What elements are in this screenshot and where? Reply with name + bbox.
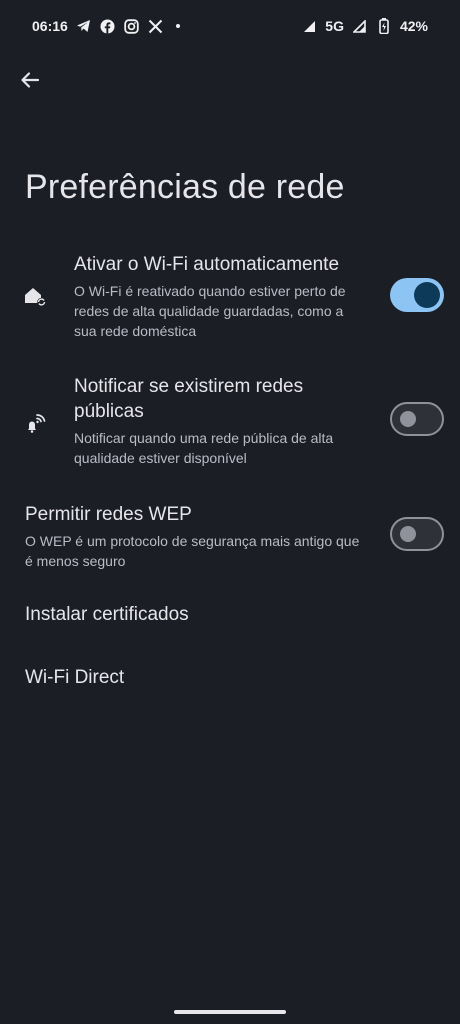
home-wifi-icon xyxy=(22,283,48,309)
battery-percent: 42% xyxy=(399,18,428,34)
setting-public-networks[interactable]: Notificar se existirem redes públicas No… xyxy=(0,374,460,470)
status-right: 5G 42% xyxy=(301,18,428,34)
back-button[interactable] xyxy=(12,62,48,98)
setting-public-networks-title: Notificar se existirem redes públicas xyxy=(74,376,304,422)
network-type: 5G xyxy=(325,18,344,34)
setting-auto-wifi[interactable]: Ativar o Wi-Fi automaticamente O Wi-Fi é… xyxy=(0,252,460,344)
home-indicator[interactable] xyxy=(174,1010,286,1014)
signal-icon xyxy=(301,18,317,34)
setting-auto-wifi-text: Ativar o Wi-Fi automaticamente O Wi-Fi é… xyxy=(74,252,360,341)
setting-public-networks-text: Notificar se existirem redes públicas No… xyxy=(74,374,360,468)
setting-wep-subtitle: O WEP é um protocolo de segurança mais a… xyxy=(25,533,360,569)
page-title: Preferências de rede xyxy=(25,168,345,206)
setting-auto-wifi-subtitle: O Wi-Fi é reativado quando estiver perto… xyxy=(74,283,346,339)
battery-icon xyxy=(376,18,392,34)
signal-icon-2 xyxy=(352,18,368,34)
instagram-icon xyxy=(124,18,140,34)
setting-wep-title: Permitir redes WEP xyxy=(25,504,192,525)
setting-public-networks-subtitle: Notificar quando uma rede pública de alt… xyxy=(74,430,334,466)
install-certificates-item[interactable]: Instalar certificados xyxy=(25,604,189,626)
toggle-thumb xyxy=(400,526,416,542)
notification-dot-icon xyxy=(175,24,180,28)
status-time: 06:16 xyxy=(32,18,68,34)
screen: 06:16 5G 42% Preferências de rede Ativar… xyxy=(0,0,460,1024)
facebook-icon xyxy=(100,18,116,34)
status-left: 06:16 xyxy=(32,18,180,34)
toggle-thumb xyxy=(400,411,416,427)
wep-toggle[interactable] xyxy=(390,517,444,551)
toggle-thumb xyxy=(414,282,440,308)
x-icon xyxy=(148,18,164,34)
arrow-back-icon xyxy=(21,72,40,88)
auto-wifi-toggle[interactable] xyxy=(390,278,444,312)
public-networks-toggle[interactable] xyxy=(390,402,444,436)
status-bar: 06:16 5G 42% xyxy=(0,0,460,52)
setting-wep[interactable]: Permitir redes WEP O WEP é um protocolo … xyxy=(0,502,460,570)
telegram-icon xyxy=(76,18,92,34)
setting-wep-text: Permitir redes WEP O WEP é um protocolo … xyxy=(25,502,360,571)
setting-auto-wifi-title: Ativar o Wi-Fi automaticamente xyxy=(74,254,340,275)
wifi-bell-icon xyxy=(22,409,48,435)
wifi-direct-item[interactable]: Wi-Fi Direct xyxy=(25,667,124,689)
